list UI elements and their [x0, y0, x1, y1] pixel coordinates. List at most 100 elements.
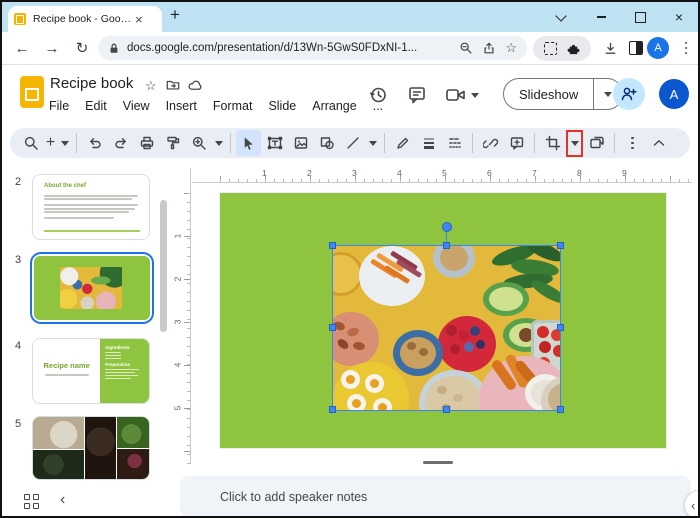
toolbar: +	[2, 126, 698, 160]
side-panel-icon[interactable]	[624, 36, 648, 60]
filmstrip-collapse-icon[interactable]: ‹	[60, 491, 65, 509]
menu-slide[interactable]: Slide	[268, 99, 296, 113]
browser-avatar[interactable]: A	[646, 36, 670, 60]
v-ruler-number: 5	[172, 405, 183, 411]
resize-handle-top-middle[interactable]	[443, 242, 450, 249]
redo-icon[interactable]	[108, 130, 133, 156]
forward-button[interactable]: →	[40, 36, 64, 60]
browser-menu-icon[interactable]	[674, 36, 698, 60]
print-icon[interactable]	[134, 130, 159, 156]
selected-food-image[interactable]	[332, 245, 561, 411]
menus-search-icon[interactable]	[18, 130, 43, 156]
resize-handle-bottom-left[interactable]	[329, 406, 336, 413]
zoom-dropdown-icon[interactable]	[212, 130, 225, 156]
main-content: 2 About the chef 3 4 Recipe name Ingredi…	[2, 160, 698, 516]
resize-handle-middle-left[interactable]	[329, 324, 336, 331]
insert-shape-icon[interactable]	[314, 130, 339, 156]
mask-image-dropdown-icon[interactable]	[570, 141, 579, 150]
crop-image-icon[interactable]	[540, 130, 565, 156]
grid-view-icon[interactable]	[24, 494, 39, 509]
h-ruler-number: 8	[577, 168, 582, 178]
undo-icon[interactable]	[82, 130, 107, 156]
account-avatar[interactable]: A	[659, 79, 689, 109]
download-icon[interactable]	[598, 36, 622, 60]
screenshot-extension-icon[interactable]	[543, 42, 557, 55]
slide-thumbnail-5[interactable]	[32, 416, 150, 480]
text-box-icon[interactable]	[262, 130, 287, 156]
h-ruler-number: 3	[352, 168, 357, 178]
meet-camera-icon[interactable]	[443, 82, 469, 108]
border-color-icon[interactable]	[390, 130, 415, 156]
speaker-notes-panel[interactable]: Click to add speaker notes	[180, 476, 691, 516]
border-weight-icon[interactable]	[416, 130, 441, 156]
food-avocado-half	[483, 282, 529, 316]
thumbnail-left-panel: Recipe name	[33, 339, 100, 403]
share-button[interactable]	[613, 78, 645, 110]
replace-image-icon[interactable]	[584, 130, 609, 156]
move-folder-icon[interactable]	[166, 78, 180, 95]
meet-dropdown-icon[interactable]	[468, 82, 482, 108]
tab-search-icon[interactable]	[550, 8, 572, 26]
url-text: docs.google.com/presentation/d/13Wn-5GwS…	[127, 42, 418, 54]
new-tab-button[interactable]: +	[170, 5, 180, 25]
tab-close-icon[interactable]: ×	[135, 13, 143, 26]
comment-history-icon[interactable]	[404, 82, 430, 108]
menu-view[interactable]: View	[123, 99, 150, 113]
notes-resize-handle[interactable]	[423, 461, 453, 464]
share-page-icon[interactable]	[482, 41, 496, 55]
resize-handle-middle-right[interactable]	[557, 324, 564, 331]
h-ruler-number: 2	[307, 168, 312, 178]
version-history-icon[interactable]	[365, 82, 391, 108]
menu-insert[interactable]: Insert	[166, 99, 197, 113]
food-egg-plate	[333, 362, 409, 410]
vertical-ruler: 1 2 3 4 5	[172, 168, 191, 464]
resize-handle-top-right[interactable]	[557, 242, 564, 249]
slide-thumbnail-2[interactable]: About the chef	[32, 174, 150, 240]
add-comment-icon[interactable]	[504, 130, 529, 156]
insert-image-icon[interactable]	[288, 130, 313, 156]
url-bar[interactable]: docs.google.com/presentation/d/13Wn-5GwS…	[98, 36, 527, 60]
thumbnail-food-image	[60, 267, 122, 309]
speaker-notes-placeholder: Click to add speaker notes	[220, 490, 368, 504]
reload-button[interactable]: ↻	[70, 36, 94, 60]
cloud-status-icon[interactable]	[188, 78, 203, 95]
slide-thumbnail-4[interactable]: Recipe name Ingredients Preparation	[32, 338, 150, 404]
resize-handle-bottom-right[interactable]	[557, 406, 564, 413]
border-dash-icon[interactable]	[442, 130, 467, 156]
zoom-icon[interactable]	[186, 130, 211, 156]
minimize-button[interactable]	[590, 8, 612, 26]
extensions-puzzle-icon[interactable]	[566, 41, 581, 56]
resize-handle-bottom-middle[interactable]	[443, 406, 450, 413]
menu-arrange[interactable]: Arrange	[312, 99, 356, 113]
browser-tab[interactable]: Recipe book - Google Slides ×	[8, 6, 162, 32]
line-dropdown-icon[interactable]	[366, 130, 379, 156]
toolbar-more-icon[interactable]	[620, 130, 645, 156]
slide-canvas[interactable]	[220, 193, 666, 448]
star-document-icon[interactable]: ☆	[145, 78, 157, 94]
slideshow-button[interactable]: Slideshow	[504, 79, 593, 109]
document-title[interactable]: Recipe book	[50, 75, 133, 92]
insert-line-icon[interactable]	[340, 130, 365, 156]
rotation-handle[interactable]	[442, 222, 452, 232]
slides-logo-icon[interactable]	[20, 76, 44, 108]
hide-menus-icon[interactable]	[646, 130, 671, 156]
maximize-button[interactable]	[629, 8, 651, 26]
menu-format[interactable]: Format	[213, 99, 253, 113]
new-slide-dropdown-icon[interactable]	[58, 130, 71, 156]
window-close-button[interactable]: ×	[668, 8, 690, 26]
menu-file[interactable]: File	[49, 99, 69, 113]
insert-link-icon[interactable]	[478, 130, 503, 156]
slides-favicon-icon	[14, 13, 26, 25]
bookmark-star-icon[interactable]: ☆	[505, 40, 517, 56]
back-button[interactable]: ←	[10, 36, 34, 60]
menu-edit[interactable]: Edit	[85, 99, 107, 113]
food-almond-bowl	[333, 312, 379, 366]
thumbnail-title: Recipe name	[43, 361, 90, 370]
new-slide-icon[interactable]: +	[44, 130, 57, 156]
slide-thumbnail-3-selected[interactable]	[30, 252, 154, 324]
select-tool-icon[interactable]	[236, 130, 261, 156]
filmstrip-scrollbar[interactable]	[160, 200, 167, 332]
resize-handle-top-left[interactable]	[329, 242, 336, 249]
paint-format-icon[interactable]	[160, 130, 185, 156]
zoom-page-icon[interactable]	[459, 41, 473, 55]
